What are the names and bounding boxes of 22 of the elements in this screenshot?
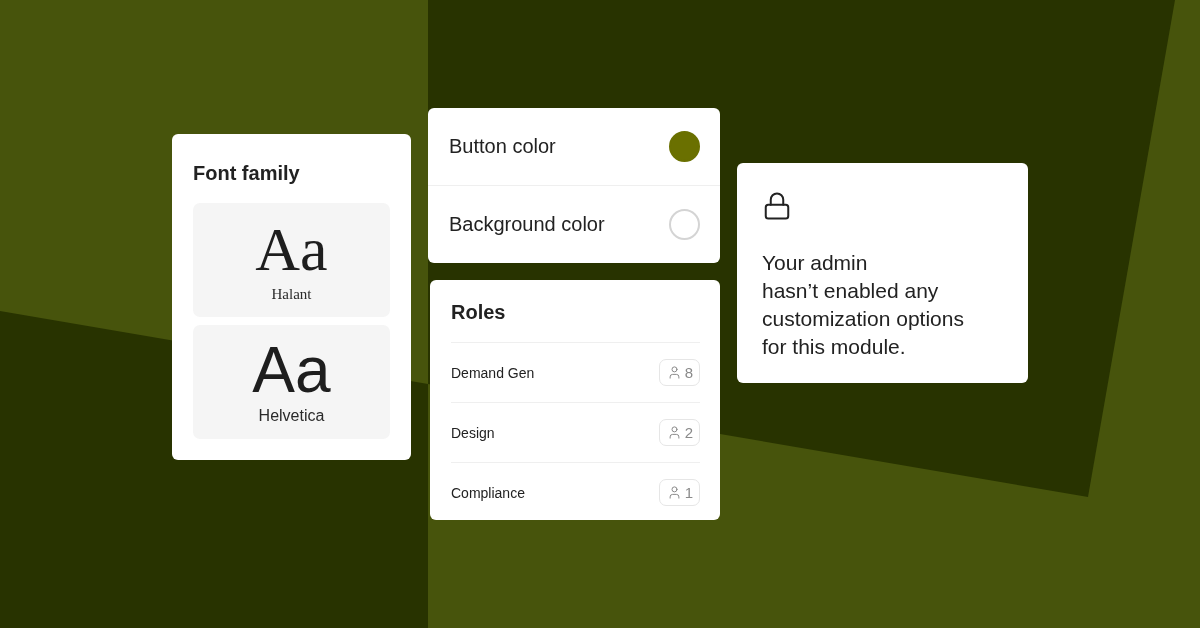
user-icon xyxy=(666,425,682,440)
font-name-label: Helvetica xyxy=(258,407,325,425)
card-title: Roles xyxy=(451,300,507,325)
color-swatch-icon[interactable] xyxy=(669,131,700,162)
setting-label: Background color xyxy=(449,213,605,236)
lock-icon xyxy=(762,190,792,222)
font-sample-text: Aa xyxy=(255,217,328,280)
member-count: 8 xyxy=(684,364,693,381)
role-name: Design xyxy=(451,424,495,441)
member-count: 1 xyxy=(684,484,693,501)
font-option-tile[interactable]: Aa Halant xyxy=(193,203,390,317)
font-option-tile[interactable]: Aa Helvetica xyxy=(193,325,390,439)
font-sample-text: Aa xyxy=(252,339,331,401)
role-name: Compliance xyxy=(451,484,525,501)
card-title: Font family xyxy=(193,161,301,186)
member-count: 2 xyxy=(684,424,693,441)
role-name: Demand Gen xyxy=(451,364,535,381)
setting-label: Button color xyxy=(449,135,556,158)
user-icon xyxy=(666,365,682,380)
font-name-label: Halant xyxy=(271,285,312,303)
user-icon xyxy=(666,485,682,500)
notice-message: Your admin hasn’t enabled any customization options for this module. xyxy=(762,250,965,360)
